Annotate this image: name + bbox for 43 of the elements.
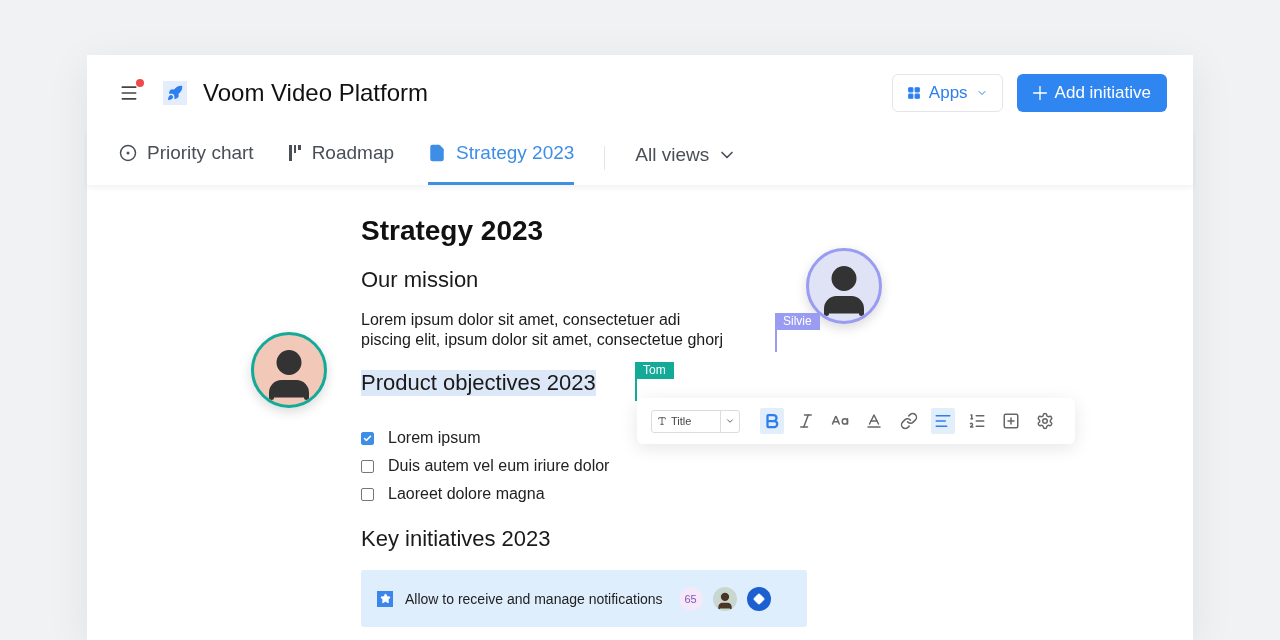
cursor-label: Silvie xyxy=(775,313,820,330)
project-title: Voom Video Platform xyxy=(203,78,429,107)
chevron-icon xyxy=(725,416,736,426)
plus-square-icon xyxy=(1001,412,1020,430)
text-cursor xyxy=(775,328,777,352)
cursor-label: Tom xyxy=(635,362,674,379)
bold-button[interactable] xyxy=(760,408,785,434)
star-icon xyxy=(377,590,393,607)
initiative-title: Allow to receive and manage notifications xyxy=(405,590,663,607)
rocket-icon xyxy=(163,80,187,105)
checkbox[interactable] xyxy=(361,459,374,473)
checklist-label: Laoreet dolore magna xyxy=(388,485,545,503)
text-color-icon xyxy=(865,412,884,430)
add-initiative-button[interactable]: Add initiative xyxy=(1016,73,1167,112)
target-icon xyxy=(119,144,137,162)
link-icon xyxy=(899,412,918,430)
align-left-button[interactable] xyxy=(930,408,955,434)
text-cursor xyxy=(635,377,637,401)
count-badge: 65 xyxy=(678,586,703,611)
checklist-label: Duis autem vel eum iriure dolor xyxy=(388,457,610,475)
view-tab[interactable]: Roadmap xyxy=(287,130,395,185)
avatar xyxy=(712,586,737,611)
apps-button[interactable]: Apps xyxy=(891,73,1003,112)
checkbox[interactable] xyxy=(361,487,374,501)
initiative-card[interactable]: Allow to receive and manage notifications 65 xyxy=(361,570,807,627)
numbered-list-icon xyxy=(967,412,986,430)
align-left-icon xyxy=(933,412,952,430)
bars-icon xyxy=(287,144,302,162)
paragraph-line: piscing elit, ipsum dolor sit amet, consectetue ghorj xyxy=(361,330,723,350)
settings-icon xyxy=(1035,412,1054,430)
document-title: Strategy 2023 xyxy=(361,215,544,247)
selected-heading: Product objectives 2023 xyxy=(361,370,596,396)
style-select[interactable]: Title xyxy=(651,409,741,433)
section-heading: Our mission xyxy=(361,267,479,293)
view-tab[interactable]: Priority chart xyxy=(119,130,254,185)
checklist-label: Lorem ipsum xyxy=(388,429,481,447)
section-heading: Key initiatives 2023 xyxy=(361,526,551,552)
grid-icon xyxy=(906,85,921,100)
all-views-dropdown[interactable]: All views xyxy=(635,130,738,185)
checkbox[interactable] xyxy=(361,431,374,445)
document-icon xyxy=(428,144,447,162)
text-icon xyxy=(657,416,667,426)
paragraph-line: Lorem ipsum dolor sit amet, consectetuer adi xyxy=(361,310,681,330)
